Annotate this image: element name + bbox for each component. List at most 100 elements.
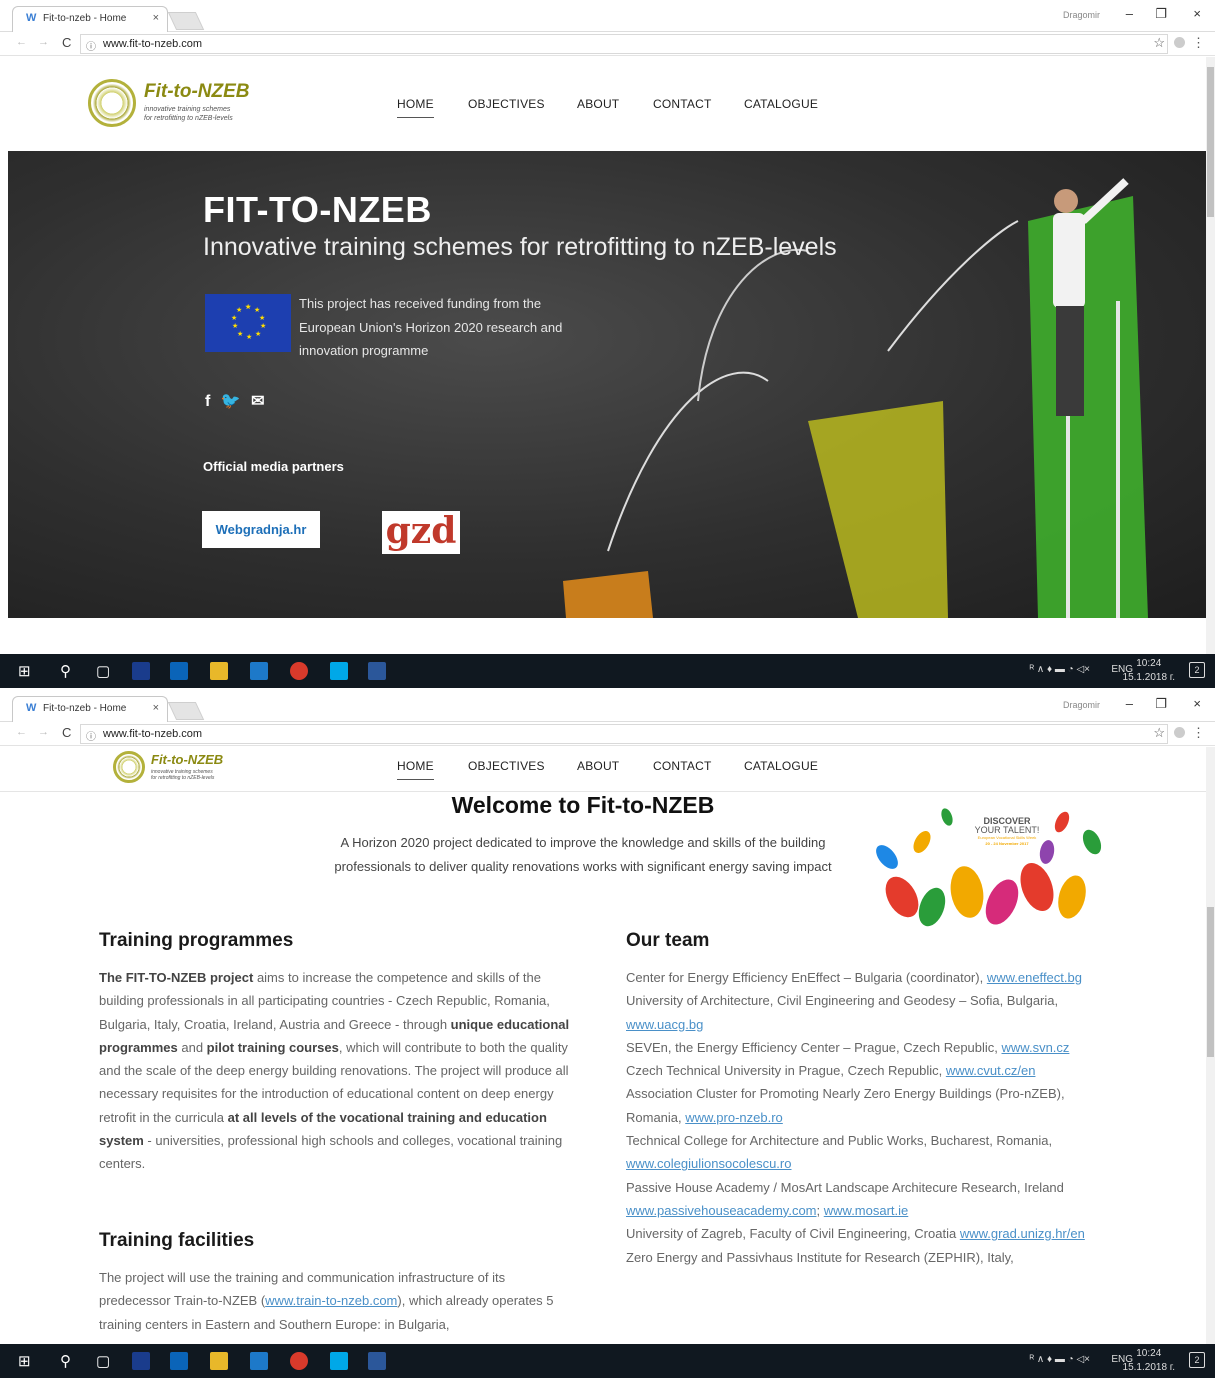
task-view-icon[interactable]: ▢ xyxy=(96,1352,110,1370)
nav-objectives[interactable]: OBJECTIVES xyxy=(468,759,545,773)
skype-icon[interactable] xyxy=(330,1352,348,1370)
forward-icon[interactable]: → xyxy=(38,36,49,48)
browser-tab[interactable]: W Fit-to-nzeb - Home × xyxy=(12,696,168,722)
svg-text:★: ★ xyxy=(245,303,251,311)
browser-menu-icon[interactable]: ⋮ xyxy=(1192,725,1205,741)
page-scrollbar[interactable] xyxy=(1206,747,1215,1344)
extension-icon[interactable] xyxy=(1174,37,1185,48)
file-explorer-icon[interactable] xyxy=(210,662,228,680)
facebook-icon[interactable]: f xyxy=(205,393,210,410)
minimize-icon[interactable]: – xyxy=(1126,696,1133,711)
web-page: Welcome to Fit-to-NZEB A Horizon 2020 pr… xyxy=(0,747,1215,1344)
word-icon[interactable] xyxy=(368,662,386,680)
member-link[interactable]: www.passivehouseacademy.com xyxy=(626,1203,817,1218)
member-link[interactable]: www.cvut.cz/en xyxy=(946,1063,1036,1078)
info-icon[interactable]: ⓘ xyxy=(86,38,96,53)
skype-icon[interactable] xyxy=(330,662,348,680)
task-view-icon[interactable]: ▢ xyxy=(96,662,110,680)
nav-about[interactable]: ABOUT xyxy=(577,97,619,111)
browser-menu-icon[interactable]: ⋮ xyxy=(1192,35,1205,51)
nav-catalogue[interactable]: CATALOGUE xyxy=(744,97,818,111)
member-text: University of Zagreb, Faculty of Civil E… xyxy=(626,1226,960,1242)
twitter-icon[interactable]: 🐦 xyxy=(221,393,241,410)
notifications-icon[interactable]: 2 xyxy=(1189,662,1205,678)
reload-icon[interactable]: C xyxy=(62,725,71,740)
new-tab-button[interactable] xyxy=(167,702,205,720)
member-link[interactable]: www.uacg.bg xyxy=(626,1017,703,1032)
site-logo[interactable]: Fit-to-NZEB innovative training schemes … xyxy=(88,75,258,135)
language-flag-icon[interactable] xyxy=(132,1352,150,1370)
nav-contact[interactable]: CONTACT xyxy=(653,97,712,111)
taskbar-clock[interactable]: 10:24 15.1.2018 г. xyxy=(1123,1347,1175,1375)
project-lead: The FIT-TO-NZEB project xyxy=(99,970,254,985)
windows-start-icon[interactable]: ⊞ xyxy=(18,662,31,680)
profile-name[interactable]: Dragomir xyxy=(1063,700,1100,710)
extension-icon[interactable] xyxy=(1174,727,1185,738)
partner-logo-gzd[interactable]: gzd xyxy=(382,511,460,554)
system-tray-icons[interactable]: ᴿ ∧ ♦ ▬ ◔ ◁× xyxy=(1030,1354,1090,1365)
page-scrollbar[interactable] xyxy=(1206,57,1215,654)
address-toolbar: ← → C ⓘ www.fit-to-nzeb.com ☆ ⋮ xyxy=(0,722,1215,746)
info-icon[interactable]: ⓘ xyxy=(86,728,96,743)
welcome-text: A Horizon 2020 project dedicated to impr… xyxy=(334,835,832,874)
outlook-icon[interactable] xyxy=(170,1352,188,1370)
chrome-icon[interactable] xyxy=(290,1352,308,1370)
nav-contact[interactable]: CONTACT xyxy=(653,759,712,773)
system-tray-icons[interactable]: ᴿ ∧ ♦ ▬ ◔ ◁× xyxy=(1030,664,1090,675)
restore-icon[interactable]: ❐ xyxy=(1155,6,1167,22)
word-icon[interactable] xyxy=(368,1352,386,1370)
tab-close-icon[interactable]: × xyxy=(153,702,159,714)
back-icon[interactable]: ← xyxy=(16,36,27,48)
train-to-nzeb-link[interactable]: www.train-to-nzeb.com xyxy=(265,1293,397,1308)
profile-name[interactable]: Dragomir xyxy=(1063,10,1100,20)
taskbar-clock[interactable]: 10:24 15.1.2018 г. xyxy=(1123,657,1175,685)
scrollbar-thumb[interactable] xyxy=(1207,67,1214,217)
minimize-icon[interactable]: – xyxy=(1126,6,1133,21)
bookmark-star-icon[interactable]: ☆ xyxy=(1153,35,1165,51)
nav-home[interactable]: HOME xyxy=(397,97,434,118)
nav-objectives[interactable]: OBJECTIVES xyxy=(468,97,545,111)
member-link[interactable]: www.grad.unizg.hr/en xyxy=(960,1226,1085,1241)
notifications-icon[interactable]: 2 xyxy=(1189,1352,1205,1368)
search-icon[interactable]: ⚲ xyxy=(60,662,71,680)
file-explorer-icon[interactable] xyxy=(210,1352,228,1370)
scrollbar-thumb[interactable] xyxy=(1207,907,1214,1057)
reload-icon[interactable]: C xyxy=(62,35,71,50)
nav-about[interactable]: ABOUT xyxy=(577,759,619,773)
svg-text:★: ★ xyxy=(255,330,261,338)
window-close-icon[interactable]: × xyxy=(1193,6,1201,21)
bookmark-star-icon[interactable]: ☆ xyxy=(1153,725,1165,741)
member-link[interactable]: www.svn.cz xyxy=(1002,1040,1070,1055)
chrome-icon[interactable] xyxy=(290,662,308,680)
language-flag-icon[interactable] xyxy=(132,662,150,680)
restore-icon[interactable]: ❐ xyxy=(1155,696,1167,712)
site-logo[interactable]: Fit-to-NZEB innovative training schemes … xyxy=(113,749,233,789)
email-icon[interactable]: ✉ xyxy=(251,393,264,410)
windows-start-icon[interactable]: ⊞ xyxy=(18,1352,31,1370)
member-link[interactable]: www.eneffect.bg xyxy=(987,970,1082,985)
tab-close-icon[interactable]: × xyxy=(153,12,159,24)
member-text: SEVEn, the Energy Efficiency Center – Pr… xyxy=(626,1039,1002,1055)
clock-date: 15.1.2018 г. xyxy=(1122,1362,1175,1373)
outlook-icon[interactable] xyxy=(170,662,188,680)
browser-tab[interactable]: W Fit-to-nzeb - Home × xyxy=(12,6,168,32)
url-bar[interactable]: ⓘ www.fit-to-nzeb.com xyxy=(80,34,1168,54)
svg-text:★: ★ xyxy=(237,330,243,338)
new-tab-button[interactable] xyxy=(167,12,205,30)
member-link[interactable]: www.mosart.ie xyxy=(824,1203,909,1218)
nav-catalogue[interactable]: CATALOGUE xyxy=(744,759,818,773)
nav-home[interactable]: HOME xyxy=(397,759,434,780)
internet-explorer-icon[interactable] xyxy=(250,1352,268,1370)
window-close-icon[interactable]: × xyxy=(1193,696,1201,711)
back-icon[interactable]: ← xyxy=(16,726,27,738)
member-link[interactable]: www.colegiulionsocolescu.ro xyxy=(626,1156,791,1171)
chalk-arrow xyxy=(697,248,809,402)
vocational-skills-week-banner[interactable]: DISCOVER YOUR TALENT! European Vocationa… xyxy=(862,797,1112,927)
search-icon[interactable]: ⚲ xyxy=(60,1352,71,1370)
url-bar[interactable]: ⓘ www.fit-to-nzeb.com xyxy=(80,724,1168,744)
partner-logo-webgradnja[interactable]: Webgradnja.hr xyxy=(202,511,320,548)
internet-explorer-icon[interactable] xyxy=(250,662,268,680)
forward-icon[interactable]: → xyxy=(38,726,49,738)
member-link[interactable]: www.pro-nzeb.ro xyxy=(685,1110,783,1125)
member-text: Center for Energy Efficiency EnEffect – … xyxy=(626,970,987,985)
